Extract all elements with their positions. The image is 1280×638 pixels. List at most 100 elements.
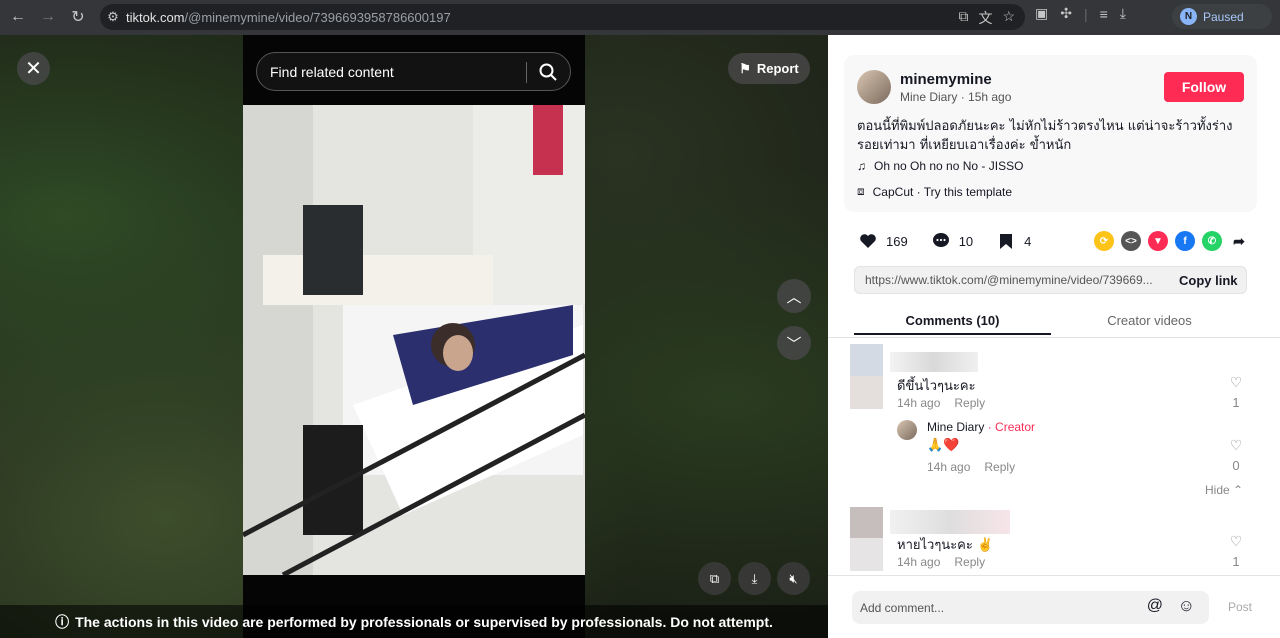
forward-icon[interactable]: → — [33, 2, 63, 32]
embed-icon[interactable]: <> — [1121, 231, 1141, 251]
comment-text: 🙏❤️ — [927, 438, 960, 453]
comment-like-count: 0 — [1232, 458, 1240, 473]
username-blur — [890, 352, 978, 372]
report-button[interactable]: ⚑ Report — [728, 53, 810, 84]
next-video-button[interactable]: ﹀ — [777, 326, 811, 360]
post-button[interactable]: Post — [1228, 600, 1252, 614]
copy-link-button[interactable]: Copy link — [1170, 273, 1238, 288]
music-note-icon: ♫ — [857, 159, 866, 173]
engagement-stats: 169 10 4 — [858, 231, 1054, 251]
capcut-icon: ⧈ — [857, 184, 865, 198]
mention-icon[interactable]: @ — [1147, 597, 1163, 615]
install-app-icon[interactable]: ⧉ — [958, 8, 968, 28]
save-count: 4 — [1024, 233, 1032, 249]
avatar-blur — [850, 538, 883, 571]
bookmark-star-icon[interactable]: ☆ — [1002, 8, 1015, 28]
tab-creator-videos[interactable]: Creator videos — [1051, 313, 1248, 328]
share-link-box[interactable]: https://www.tiktok.com/@minemymine/video… — [854, 266, 1247, 294]
profile-status: Paused — [1203, 9, 1244, 24]
avatar[interactable] — [857, 70, 891, 104]
post-info-card: minemymine Mine Diary · 15h ago Follow ต… — [844, 55, 1257, 212]
mute-icon[interactable]: 🔇︎ — [777, 562, 810, 595]
avatar[interactable] — [850, 344, 883, 377]
share-link-url[interactable]: https://www.tiktok.com/@minemymine/video… — [855, 273, 1170, 287]
profile-button[interactable]: N Paused — [1172, 4, 1272, 29]
reply-button[interactable]: Reply — [954, 555, 985, 569]
close-icon[interactable]: ✕ — [17, 52, 50, 85]
save-stat[interactable]: 4 — [996, 231, 1031, 251]
back-icon[interactable]: ← — [3, 2, 33, 32]
media-icon[interactable]: ≡ — [1100, 6, 1108, 22]
post-caption: ตอนนี้ที่พิมพ์ปลอดภัยนะคะ ไม่หักไม่ร้าวต… — [857, 119, 1233, 153]
heart-icon — [858, 231, 878, 251]
hide-replies-button[interactable]: Hide ⌃ — [1205, 483, 1243, 497]
comment-meta: 14h ago Reply — [897, 555, 985, 569]
comment-list: ดีขึ้นไวๆนะคะ 14h ago Reply ♡ 1 Mine Dia… — [828, 338, 1280, 575]
site-info-icon[interactable]: ⚙ — [100, 9, 126, 25]
bookmark-icon — [996, 231, 1016, 251]
music-link[interactable]: ♫ Oh no Oh no no No - JISSO — [857, 159, 1023, 173]
reload-icon[interactable]: ↻ — [63, 2, 93, 32]
comment-icon — [931, 231, 951, 251]
music-title: Oh no Oh no no No - JISSO — [874, 159, 1024, 173]
follow-button[interactable]: Follow — [1164, 72, 1244, 102]
reply-author: Mine Diary · Creator — [927, 420, 1035, 434]
extension-icon[interactable]: ▣ — [1035, 5, 1048, 22]
comment-text: ดีขึ้นไวๆนะคะ — [897, 379, 976, 394]
info-icon: ⓘ — [55, 613, 70, 630]
video-player: ✕ Find related content ⚑ Report ︿ ﹀ ⧉ ⤓ … — [0, 35, 828, 638]
reply-button[interactable]: Reply — [984, 460, 1015, 474]
search-icon[interactable] — [538, 62, 558, 82]
avatar[interactable] — [850, 507, 883, 540]
share-arrow-icon[interactable]: ➦ — [1229, 231, 1249, 251]
facebook-icon[interactable]: f — [1175, 231, 1195, 251]
emoji-icon[interactable]: ☺ — [1178, 596, 1195, 616]
browser-toolbar: ← → ↻ ⚙ tiktok.com/@minemymine/video/739… — [0, 0, 1280, 35]
video-frame-image — [243, 105, 585, 575]
pip-icon[interactable]: ⧉ — [698, 562, 731, 595]
username-blur — [890, 510, 1010, 534]
send-icon[interactable]: ▼ — [1148, 231, 1168, 251]
capcut-template-link[interactable]: ⧈ CapCut · Try this template — [857, 184, 1012, 199]
comment-input[interactable]: Add comment... @ ☺ — [852, 591, 1209, 624]
translate-icon[interactable]: 文 — [978, 8, 992, 28]
comment-stat[interactable]: 10 — [931, 231, 973, 251]
comment-text: หายไวๆนะคะ ✌️ — [897, 538, 994, 553]
profile-avatar: N — [1180, 8, 1197, 25]
heart-icon[interactable]: ♡ — [1226, 437, 1246, 454]
safety-warning: ⓘ The actions in this video are performe… — [0, 605, 828, 638]
download-icon[interactable]: ⤓ — [1120, 5, 1126, 22]
comment-like-count: 1 — [1232, 395, 1240, 410]
comment-count: 10 — [958, 233, 974, 249]
tab-comments[interactable]: Comments (10) — [854, 313, 1051, 328]
post-time: 15h ago — [968, 90, 1012, 104]
author-subline: Mine Diary · 15h ago — [900, 90, 1012, 104]
heart-icon[interactable]: ♡ — [1226, 374, 1246, 391]
comment-time: 14h ago — [897, 396, 941, 410]
avatar[interactable] — [897, 420, 917, 440]
search-placeholder: Find related content — [270, 63, 394, 80]
avatar-blur — [850, 376, 883, 409]
related-search-input[interactable]: Find related content — [256, 52, 571, 91]
heart-icon[interactable]: ♡ — [1226, 533, 1246, 550]
author-username[interactable]: minemymine — [900, 71, 992, 88]
address-bar[interactable]: ⚙ tiktok.com/@minemymine/video/739669395… — [100, 4, 1025, 30]
previous-video-button[interactable]: ︿ — [777, 279, 811, 313]
share-row: ⟳ <> ▼ f ✆ ➦ — [1094, 231, 1249, 251]
report-label: Report — [756, 61, 799, 76]
autoscroll-off-icon[interactable]: ⤓ — [738, 562, 771, 595]
reply-author-name[interactable]: Mine Diary — [927, 420, 984, 434]
like-stat[interactable]: 169 — [858, 231, 908, 251]
author-display-name: Mine Diary — [900, 90, 958, 104]
reply-button[interactable]: Reply — [954, 396, 985, 410]
url-path: /@minemymine/video/7396693958786600197 — [184, 9, 451, 25]
comment-like-count: 1 — [1232, 554, 1240, 569]
puzzle-icon[interactable]: ✣ — [1060, 5, 1072, 22]
warning-text: The actions in this video are performed … — [75, 613, 773, 630]
video-content[interactable] — [243, 105, 585, 575]
whatsapp-icon[interactable]: ✆ — [1202, 231, 1222, 251]
comment-time: 14h ago — [927, 460, 971, 474]
panel-tabs: Comments (10) Creator videos — [854, 305, 1249, 336]
capcut-text: CapCut · Try this template — [872, 184, 1013, 199]
repost-icon[interactable]: ⟳ — [1094, 231, 1114, 251]
